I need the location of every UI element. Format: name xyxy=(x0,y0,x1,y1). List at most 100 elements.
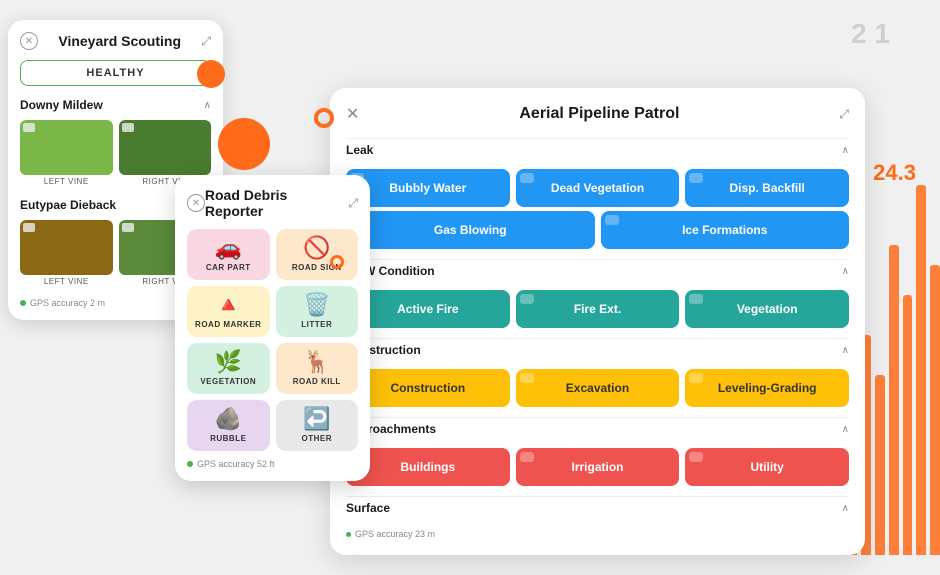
encroachments-header: Encroachments ∧ xyxy=(346,417,849,440)
vineyard-title: Vineyard Scouting xyxy=(58,33,181,49)
litter-label: LITTER xyxy=(301,320,332,329)
leak-header: Leak ∧ xyxy=(346,138,849,161)
orange-circle-small xyxy=(197,60,225,88)
leak-row-2: Gas Blowing Ice Formations xyxy=(346,211,849,249)
surface-section: Surface ∧ xyxy=(346,496,849,519)
healthy-badge: HEALTHY xyxy=(20,60,211,86)
bubbly-water-button[interactable]: Bubbly Water xyxy=(346,169,510,207)
road-title: Road Debris Reporter xyxy=(205,187,349,219)
camera-badge-icon xyxy=(689,373,703,383)
camera-badge-icon xyxy=(689,294,703,304)
chart-top-numbers: 2 1 xyxy=(851,18,890,50)
gps-dot-icon xyxy=(187,461,193,467)
vineyard-expand-button[interactable]: ⤢ xyxy=(201,34,211,49)
disp-backfill-button[interactable]: Disp. Backfill xyxy=(685,169,849,207)
vineyard-gps-text: GPS accuracy 2 m xyxy=(30,298,105,308)
vegetation-button[interactable]: Vegetation xyxy=(685,290,849,328)
car-part-icon: 🚗 xyxy=(215,237,242,259)
aerial-header: ✕ Aerial Pipeline Patrol ⤢ xyxy=(346,104,849,124)
chart-bar xyxy=(916,185,926,555)
vineyard-close-button[interactable]: ✕ xyxy=(20,32,38,50)
rubble-icon: 🪨 xyxy=(215,408,242,430)
road-expand-button[interactable]: ⤢ xyxy=(348,196,358,211)
other-icon: ↩️ xyxy=(303,408,330,430)
chart-bar xyxy=(903,295,913,555)
road-panel: ✕ Road Debris Reporter ⤢ 🚗 CAR PART 🚫 RO… xyxy=(175,175,370,481)
camera-badge-icon xyxy=(520,452,534,462)
camera-icon xyxy=(23,123,35,132)
vegetation-icon: 🌿 xyxy=(215,351,242,373)
surface-title: Surface xyxy=(346,501,390,515)
road-kill-card[interactable]: 🦌 ROAD KILL xyxy=(276,343,359,394)
camera-badge-icon xyxy=(689,452,703,462)
left-vine-label: LEFT VINE xyxy=(20,177,113,186)
row-chevron-icon: ∧ xyxy=(842,266,849,277)
camera-icon xyxy=(23,223,35,232)
aerial-gps-text: GPS accuracy 23 m xyxy=(355,529,435,539)
encroachments-row-1: Buildings Irrigation Utility xyxy=(346,448,849,486)
row-row-1: Active Fire Fire Ext. Vegetation xyxy=(346,290,849,328)
aerial-gps: GPS accuracy 23 m xyxy=(346,529,849,539)
construction-button[interactable]: Construction xyxy=(346,369,510,407)
chart-bar xyxy=(930,265,940,555)
leak-row-1: Bubbly Water Dead Vegetation Disp. Backf… xyxy=(346,169,849,207)
camera-badge-icon xyxy=(689,173,703,183)
surface-header: Surface ∧ xyxy=(346,496,849,519)
gas-blowing-button[interactable]: Gas Blowing xyxy=(346,211,595,249)
leak-title: Leak xyxy=(346,143,373,157)
buildings-button[interactable]: Buildings xyxy=(346,448,510,486)
vineyard-panel-header: ✕ Vineyard Scouting ⤢ xyxy=(20,32,211,50)
encroachments-chevron-icon: ∧ xyxy=(842,424,849,435)
litter-card[interactable]: 🗑️ LITTER xyxy=(276,286,359,337)
other-label: OTHER xyxy=(302,434,333,443)
construction-chevron-icon: ∧ xyxy=(842,345,849,356)
leak-section: Leak ∧ Bubbly Water Dead Vegetation Disp… xyxy=(346,138,849,249)
aerial-close-button[interactable]: ✕ xyxy=(346,104,359,124)
aerial-title: Aerial Pipeline Patrol xyxy=(519,105,679,123)
leveling-grading-button[interactable]: Leveling-Grading xyxy=(685,369,849,407)
downy-mildew-title: Downy Mildew xyxy=(20,98,103,112)
gps-dot-icon xyxy=(346,532,351,537)
road-kill-icon: 🦌 xyxy=(303,351,330,373)
left-vine-eutypae-img xyxy=(20,220,113,275)
camera-icon xyxy=(122,223,134,232)
ice-formations-button[interactable]: Ice Formations xyxy=(601,211,850,249)
fire-ext-button[interactable]: Fire Ext. xyxy=(516,290,680,328)
excavation-button[interactable]: Excavation xyxy=(516,369,680,407)
car-part-card[interactable]: 🚗 CAR PART xyxy=(187,229,270,280)
construction-section: Construction ∧ Construction Excavation L… xyxy=(346,338,849,407)
leak-chevron-icon: ∧ xyxy=(842,145,849,156)
right-vine-downy-img xyxy=(119,120,212,175)
aerial-panel: ✕ Aerial Pipeline Patrol ⤢ Leak ∧ Bubbly… xyxy=(330,88,865,555)
left-vine-eutypae: LEFT VINE xyxy=(20,220,113,286)
car-part-label: CAR PART xyxy=(206,263,251,272)
road-marker-label: ROAD MARKER xyxy=(195,320,261,329)
gps-dot-icon xyxy=(20,300,26,306)
chart-bar xyxy=(875,375,885,555)
camera-badge-icon xyxy=(520,373,534,383)
irrigation-button[interactable]: Irrigation xyxy=(516,448,680,486)
road-sign-card[interactable]: 🚫 ROAD SIGN xyxy=(276,229,359,280)
downy-mildew-header: Downy Mildew ∧ xyxy=(20,98,211,112)
eutypae-title: Eutypae Dieback xyxy=(20,198,116,212)
construction-header: Construction ∧ xyxy=(346,338,849,361)
orange-ring-small-icon xyxy=(330,255,344,269)
camera-badge-icon xyxy=(520,173,534,183)
rubble-card[interactable]: 🪨 RUBBLE xyxy=(187,400,270,451)
camera-icon xyxy=(122,123,134,132)
litter-icon: 🗑️ xyxy=(303,294,330,316)
vegetation-card[interactable]: 🌿 VEGETATION xyxy=(187,343,270,394)
utility-button[interactable]: Utility xyxy=(685,448,849,486)
road-marker-card[interactable]: 🔺 ROAD MARKER xyxy=(187,286,270,337)
other-card[interactable]: ↩️ OTHER xyxy=(276,400,359,451)
camera-badge-icon xyxy=(520,294,534,304)
left-vine-downy-img xyxy=(20,120,113,175)
active-fire-button[interactable]: Active Fire xyxy=(346,290,510,328)
road-close-button[interactable]: ✕ xyxy=(187,194,205,212)
surface-chevron-icon: ∧ xyxy=(842,503,849,514)
aerial-expand-button[interactable]: ⤢ xyxy=(839,107,849,122)
dead-vegetation-button[interactable]: Dead Vegetation xyxy=(516,169,680,207)
downy-chevron-icon: ∧ xyxy=(204,100,211,111)
left-vine-downy: LEFT VINE xyxy=(20,120,113,186)
rubble-label: RUBBLE xyxy=(210,434,246,443)
